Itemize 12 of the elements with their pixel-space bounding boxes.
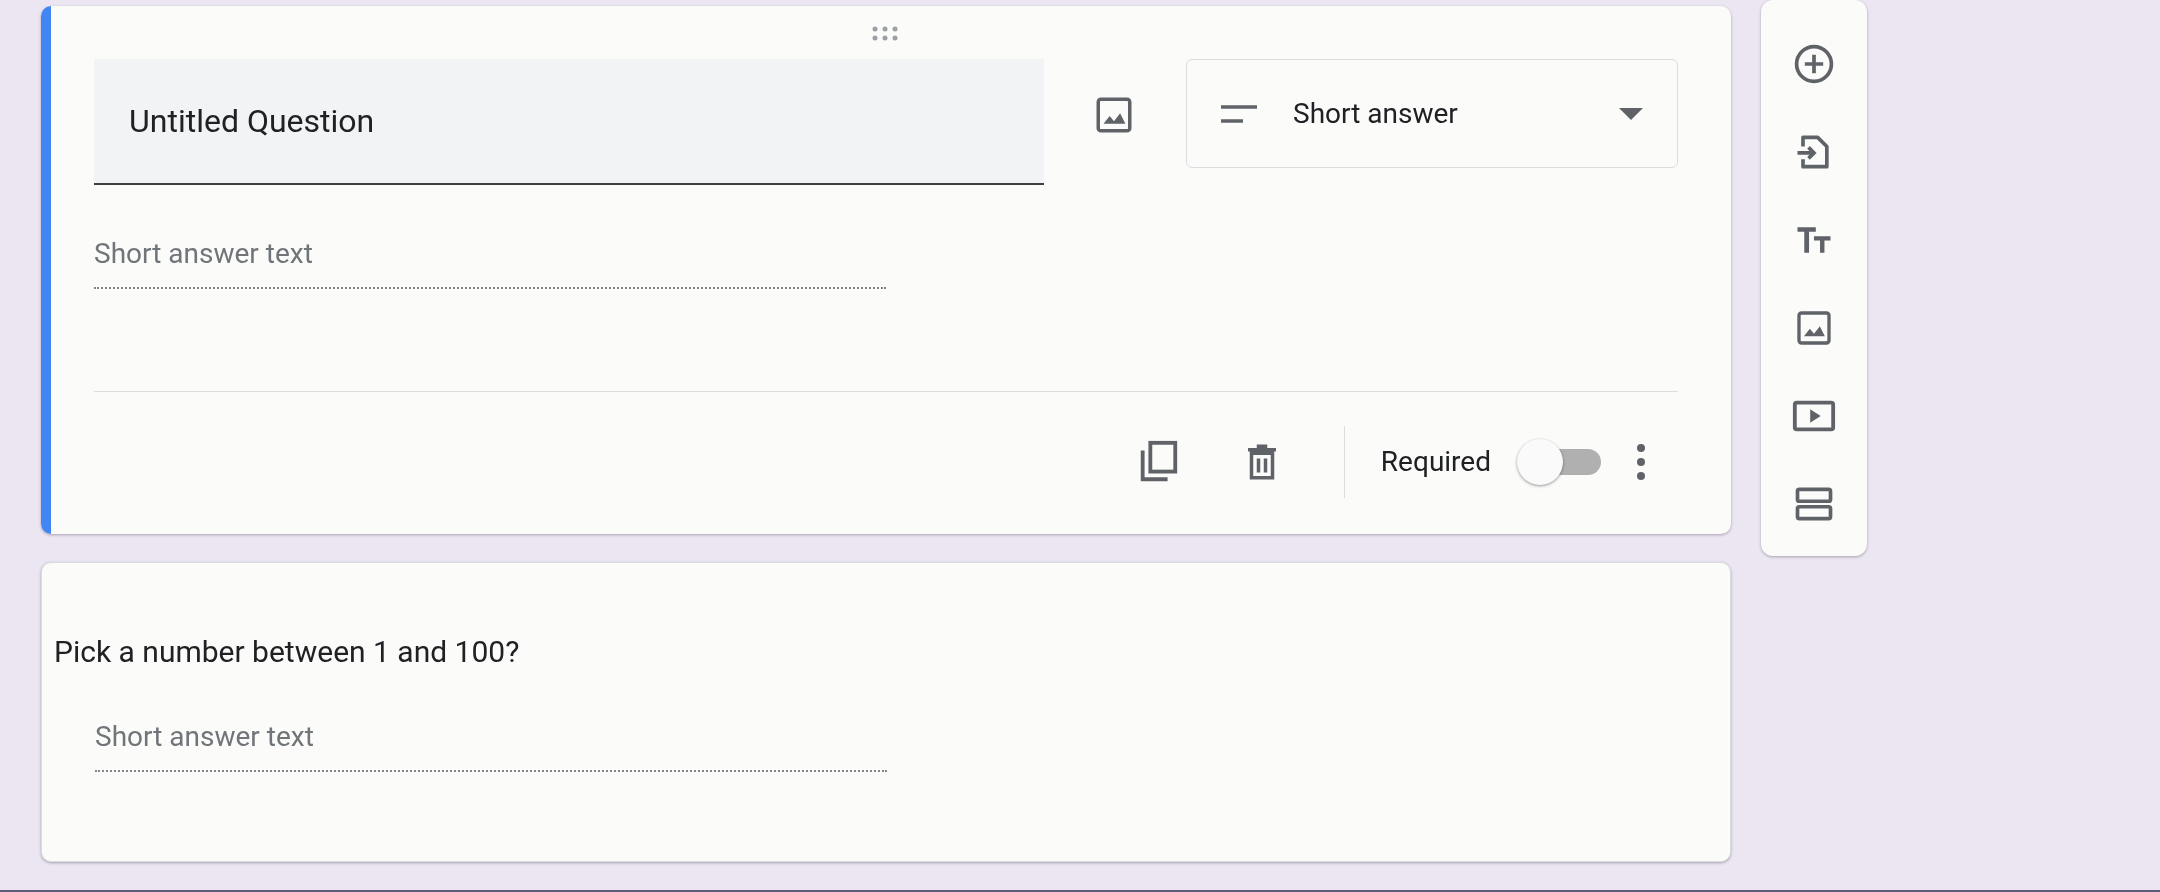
required-label: Required	[1380, 444, 1491, 480]
question-title-field[interactable]: Untitled Question	[94, 59, 1044, 185]
question-card[interactable]: Pick a number between 1 and 100? Short answer text	[41, 562, 1731, 862]
question-type-dropdown[interactable]: Short answer	[1186, 59, 1678, 168]
question-card[interactable]: Untitled Question Short answer Short answer text Required	[41, 6, 1731, 534]
question-type-label: Short answer	[1293, 95, 1458, 132]
question-title: Pick a number between 1 and 100?	[54, 633, 521, 671]
caret-icon	[1619, 107, 1643, 120]
required-toggle[interactable]	[1517, 439, 1601, 485]
answer-field: Short answer text	[94, 233, 886, 289]
answer-field: Short answer text	[95, 716, 887, 772]
short-text-icon	[1221, 103, 1257, 124]
